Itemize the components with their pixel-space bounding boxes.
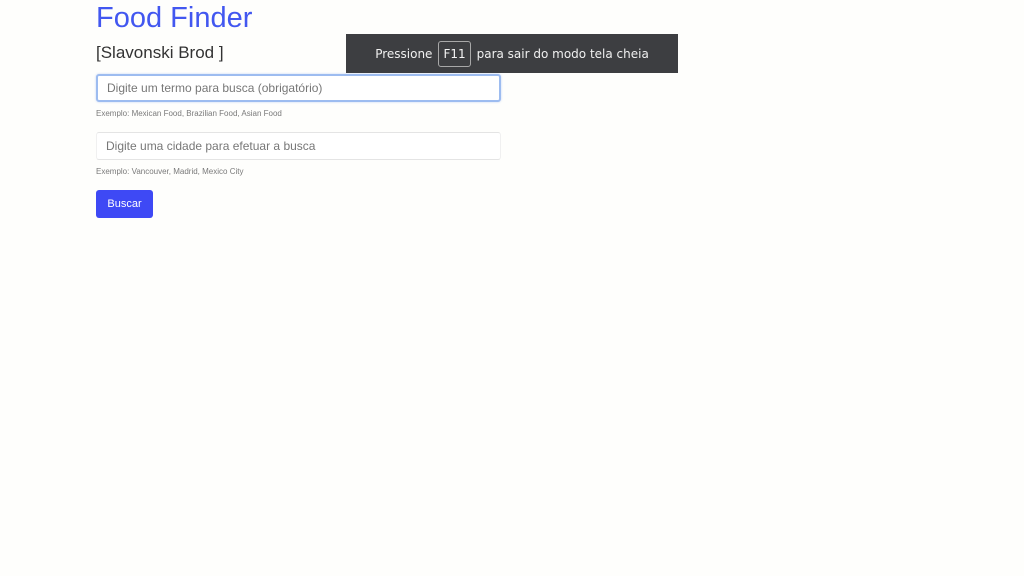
city-input[interactable] — [96, 132, 501, 160]
search-term-input[interactable] — [96, 74, 501, 102]
app-title: Food Finder — [96, 2, 253, 34]
search-term-hint: Exemplo: Mexican Food, Brazilian Food, A… — [96, 109, 282, 118]
fullscreen-notice-suffix: para sair do modo tela cheia — [476, 46, 649, 61]
city-hint: Exemplo: Vancouver, Madrid, Mexico City — [96, 167, 244, 176]
location-label: [Slavonski Brod ] — [96, 43, 224, 62]
page: Food Finder [Slavonski Brod ] Exemplo: M… — [0, 0, 1024, 576]
fullscreen-notice-prefix: Pressione — [375, 46, 433, 61]
f11-key-badge: F11 — [438, 40, 471, 67]
fullscreen-exit-notice: Pressione F11 para sair do modo tela che… — [346, 34, 678, 73]
search-button[interactable]: Buscar — [96, 190, 153, 218]
